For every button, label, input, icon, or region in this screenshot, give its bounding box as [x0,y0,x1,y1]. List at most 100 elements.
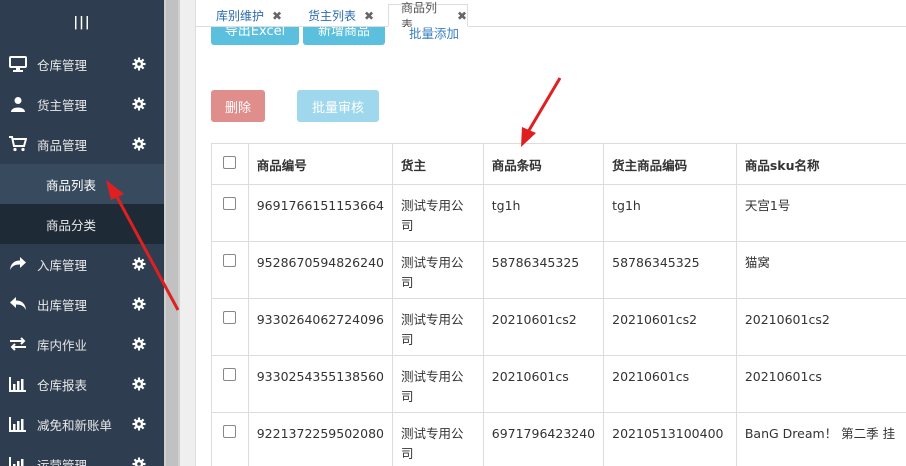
sidebar-item-label: 仓库报表 [37,377,88,393]
table-row[interactable]: 9221372259502080 测试专用公司 6971796423240 20… [211,412,906,466]
row-select-cell [211,412,249,466]
select-all-checkbox[interactable] [223,156,236,169]
column-header-owner[interactable]: 货主 [391,143,484,185]
cell-owner-goods-code: tg1h [603,184,737,242]
goods-table: 商品编号 货主 商品条码 货主商品编码 商品sku名称 969176615115… [211,143,906,466]
batch-review-button[interactable]: 批量审核 [297,90,379,122]
select-all-cell [211,143,249,185]
close-icon[interactable]: ✖ [272,9,282,23]
table-row[interactable]: 9330254355138560 测试专用公司 20210601cs 20210… [211,355,906,413]
column-header-goods-no[interactable]: 商品编号 [247,143,393,185]
cell-owner-goods-code: 58786345325 [603,241,737,299]
tab-goods-list[interactable]: 商品列表 ✖ [388,1,468,32]
table-header-row: 商品编号 货主 商品条码 货主商品编码 商品sku名称 [211,143,906,185]
gear-icon[interactable] [132,417,146,431]
close-icon[interactable]: ✖ [364,9,374,23]
row-select-cell [211,184,249,242]
add-goods-button[interactable]: 新增商品 [303,27,385,45]
row-select-cell [211,355,249,413]
monitor-icon [8,54,28,74]
sidebar-item-label: 出库管理 [37,297,88,313]
sidebar-subitem-label: 商品列表 [46,177,97,193]
gear-icon[interactable] [132,137,146,151]
gear-icon[interactable] [132,257,146,271]
sidebar-item-label: 减免和新账单 [37,417,113,433]
row-checkbox[interactable] [223,368,236,381]
cell-sku-name: 20210601cs [735,355,906,413]
cell-owner-goods-code: 20210601cs2 [603,298,737,356]
column-header-owner-goods-code[interactable]: 货主商品编码 [603,143,737,185]
table-row[interactable]: 9330264062724096 测试专用公司 20210601cs2 2021… [211,298,906,356]
cell-sku-name: BanG Dream！ 第二季 挂 [735,412,906,466]
transfer-icon [8,334,28,354]
sidebar-item-billing[interactable]: 减免和新账单 [0,404,164,444]
sidebar-item-inbound[interactable]: 入库管理 [0,244,164,284]
sidebar-item-warehouse-report[interactable]: 仓库报表 [0,364,164,404]
cell-goods-no: 9330264062724096 [247,298,393,356]
user-icon [8,94,28,114]
cart-icon [8,134,28,154]
cell-barcode: 20210601cs2 [482,298,605,356]
export-excel-button[interactable]: 导出Excel [211,27,299,45]
sidebar-item-outbound[interactable]: 出库管理 [0,284,164,324]
sidebar-subitem-goods-list[interactable]: 商品列表 [0,164,164,204]
cell-owner-goods-code: 20210513100400 [603,412,737,466]
delete-button[interactable]: 删除 [211,90,265,122]
tab-label: 货主列表 [308,9,357,23]
bar-chart-icon [8,374,28,394]
sidebar: ||| 仓库管理 货主管理 商品管理 商品列表 商品分类 入库管理 出库管理 库… [0,0,164,466]
cell-owner-goods-code: 20210601cs [603,355,737,413]
row-checkbox[interactable] [223,197,236,210]
cell-barcode: 20210601cs [482,355,605,413]
tab-owner-list[interactable]: 货主列表 ✖ [296,4,374,27]
gear-icon[interactable] [132,97,146,111]
cell-owner: 测试专用公司 [391,355,484,413]
scrollbar-thumb[interactable] [166,0,178,466]
cell-sku-name: 天宫1号 [735,184,906,242]
cell-owner: 测试专用公司 [391,298,484,356]
cell-owner: 测试专用公司 [391,184,484,242]
gear-icon[interactable] [132,297,146,311]
tab-bar: 库别维护 ✖ 货主列表 ✖ 商品列表 ✖ [196,0,906,32]
menu-toggle-glyph: ||| [73,14,91,30]
sidebar-item-owner[interactable]: 货主管理 [0,84,164,124]
cell-barcode: 58786345325 [482,241,605,299]
sidebar-item-label: 库内作业 [37,337,88,353]
close-icon[interactable]: ✖ [457,9,467,23]
table-row[interactable]: 9691766151153664 测试专用公司 tg1h tg1h 天宫1号 [211,184,906,242]
row-select-cell [211,298,249,356]
tab-warehouse-maintain[interactable]: 库别维护 ✖ [204,4,282,27]
content-gutter [180,0,196,466]
sidebar-item-goods[interactable]: 商品管理 [0,124,164,164]
gear-icon[interactable] [132,457,146,466]
column-header-barcode[interactable]: 商品条码 [482,143,605,185]
sidebar-item-label: 运营管理 [37,457,88,466]
cell-owner: 测试专用公司 [391,241,484,299]
cell-goods-no: 9691766151153664 [247,184,393,242]
row-select-cell [211,241,249,299]
row-checkbox[interactable] [223,254,236,267]
sidebar-item-label: 入库管理 [37,257,88,273]
gear-icon[interactable] [132,337,146,351]
sidebar-subitem-goods-category[interactable]: 商品分类 [0,204,164,244]
share-arrow-icon [8,254,28,274]
row-checkbox[interactable] [223,425,236,438]
sidebar-scrollbar[interactable] [164,0,180,466]
sidebar-toggle[interactable]: ||| [0,0,164,44]
app-root: ||| 仓库管理 货主管理 商品管理 商品列表 商品分类 入库管理 出库管理 库… [0,0,906,466]
sidebar-item-inventory-ops[interactable]: 库内作业 [0,324,164,364]
sidebar-subitem-label: 商品分类 [46,217,97,233]
cell-goods-no: 9221372259502080 [247,412,393,466]
gear-icon[interactable] [132,57,146,71]
batch-add-link[interactable]: 批量添加 [409,27,459,42]
column-header-sku-name[interactable]: 商品sku名称 [735,143,906,185]
cell-sku-name: 猫窝 [735,241,906,299]
sidebar-item-label: 仓库管理 [37,57,88,73]
cell-goods-no: 9528670594826240 [247,241,393,299]
gear-icon[interactable] [132,377,146,391]
bar-chart-icon [8,414,28,434]
sidebar-item-warehouse[interactable]: 仓库管理 [0,44,164,84]
sidebar-item-operations[interactable]: 运营管理 [0,444,164,466]
row-checkbox[interactable] [223,311,236,324]
table-row[interactable]: 9528670594826240 测试专用公司 58786345325 5878… [211,241,906,299]
